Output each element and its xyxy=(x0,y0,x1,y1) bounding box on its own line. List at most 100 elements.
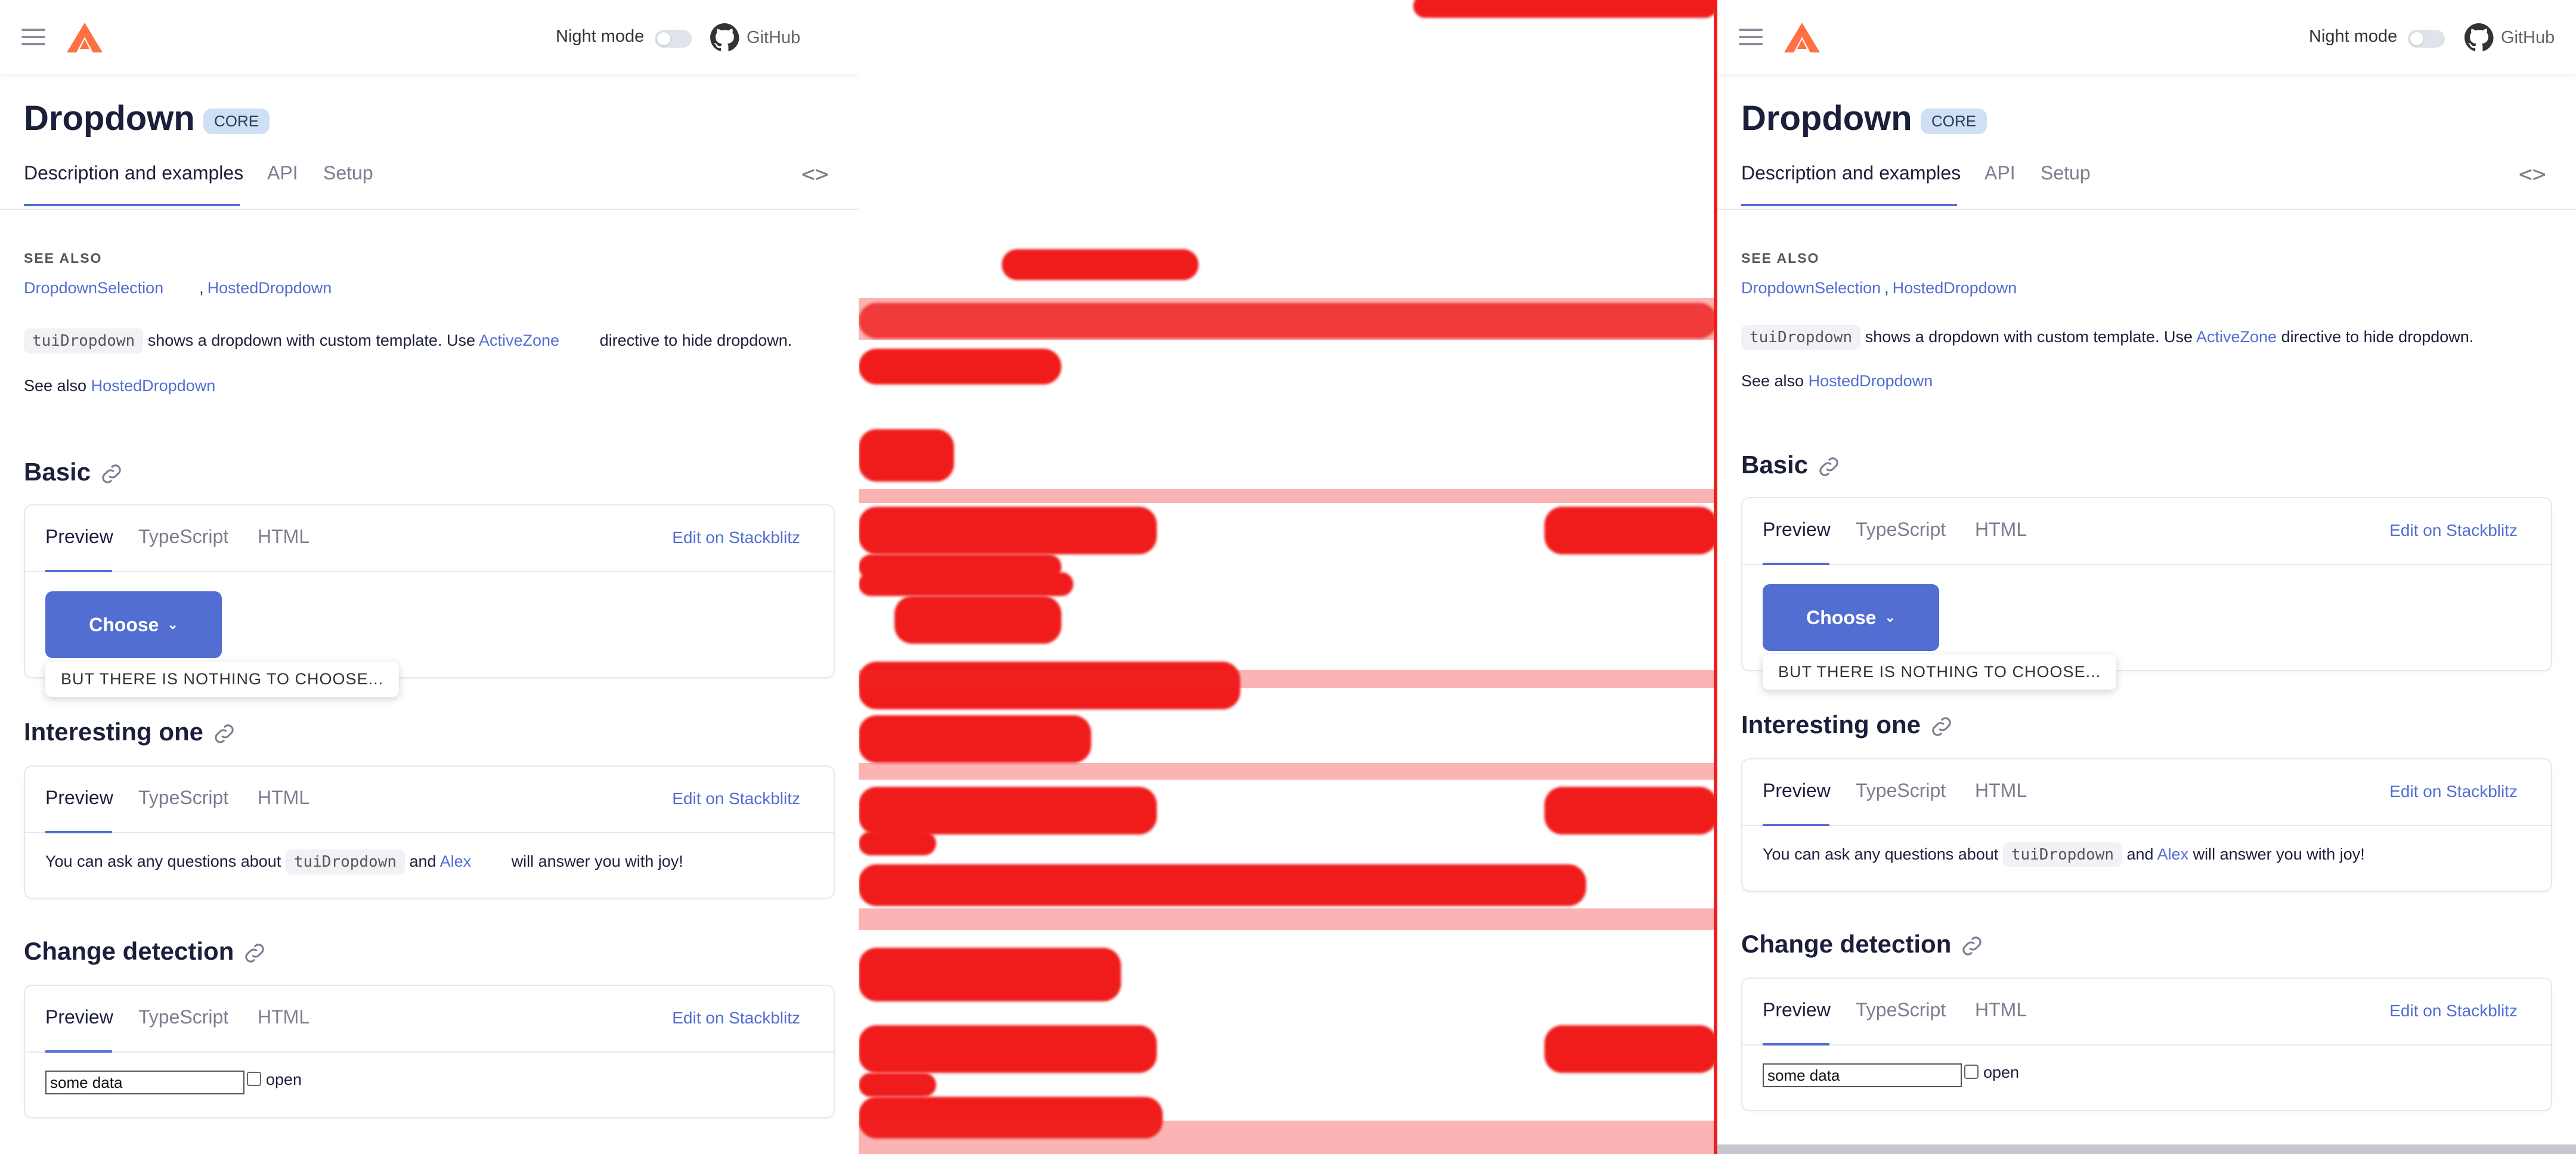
link-icon[interactable] xyxy=(210,720,238,747)
tab-api[interactable]: API xyxy=(267,162,298,184)
edit-on-stackblitz[interactable]: Edit on Stackblitz xyxy=(2389,782,2518,801)
edit-on-stackblitz[interactable]: Edit on Stackblitz xyxy=(2389,1001,2518,1020)
night-mode-label: Night mode xyxy=(2309,27,2398,46)
tab-preview[interactable]: Preview xyxy=(1763,519,1831,541)
tab-typescript[interactable]: TypeScript xyxy=(138,787,228,809)
night-mode-toggle[interactable] xyxy=(2408,30,2445,48)
diff-blob xyxy=(859,832,936,855)
tab-preview[interactable]: Preview xyxy=(45,526,113,548)
diff-blob xyxy=(1544,1025,1717,1073)
night-mode-toggle[interactable] xyxy=(655,30,692,48)
link-active-zone[interactable]: ActiveZone xyxy=(2196,328,2277,346)
edit-on-stackblitz[interactable]: Edit on Stackblitz xyxy=(672,528,800,547)
tab-html[interactable]: HTML xyxy=(1975,780,2027,802)
github-icon[interactable] xyxy=(710,23,739,52)
tab-api[interactable]: API xyxy=(1984,162,2015,184)
code-icon[interactable]: <> xyxy=(801,161,829,187)
diff-strip xyxy=(859,489,1717,503)
tab-typescript[interactable]: TypeScript xyxy=(1856,519,1946,541)
dropdown-tooltip: BUT THERE IS NOTHING TO CHOOSE... xyxy=(45,662,400,697)
tab-preview[interactable]: Preview xyxy=(45,787,113,809)
header: Night mode GitHub xyxy=(0,0,859,74)
see-also-links: DropdownSelection, HostedDropdown xyxy=(1741,279,2017,297)
menu-icon[interactable] xyxy=(21,29,45,45)
menu-icon[interactable] xyxy=(1739,29,1763,45)
logo-icon[interactable] xyxy=(1783,21,1821,54)
preview-underline xyxy=(45,831,112,833)
choose-label: Choose xyxy=(1806,606,1877,628)
choose-button[interactable]: Choose ⌄ xyxy=(1763,584,1939,651)
open-checkbox[interactable] xyxy=(247,1072,261,1086)
tab-preview[interactable]: Preview xyxy=(45,1006,113,1028)
diff-blob xyxy=(859,1025,1157,1073)
tab-typescript[interactable]: TypeScript xyxy=(138,526,228,548)
active-tab-underline xyxy=(1741,204,1957,206)
interesting-card-tabs: Preview TypeScript HTML Edit on Stackbli… xyxy=(1742,759,2551,826)
data-input[interactable]: some data xyxy=(45,1071,244,1094)
link-dropdown-selection[interactable]: DropdownSelection xyxy=(24,279,163,297)
tab-description[interactable]: Description and examples xyxy=(1741,162,1961,184)
choose-label: Choose xyxy=(89,613,159,635)
tab-preview[interactable]: Preview xyxy=(1763,780,1831,802)
right-pane: Night mode GitHub Dropdown CORE Descript… xyxy=(1717,0,2576,1154)
link-dropdown-selection[interactable]: DropdownSelection xyxy=(1741,279,1881,297)
link-separator: , xyxy=(1884,279,1889,297)
edit-on-stackblitz[interactable]: Edit on Stackblitz xyxy=(672,789,800,808)
tab-setup[interactable]: Setup xyxy=(323,162,373,184)
link-hosted-dropdown-2[interactable]: HostedDropdown xyxy=(91,377,216,395)
link-alex[interactable]: Alex xyxy=(440,852,472,870)
tab-typescript[interactable]: TypeScript xyxy=(1856,999,1946,1021)
tab-typescript[interactable]: TypeScript xyxy=(1856,780,1946,802)
link-icon[interactable] xyxy=(1815,453,1843,480)
tabs-divider xyxy=(1717,209,2576,210)
heading-basic: Basic xyxy=(1741,451,1843,480)
heading-interesting: Interesting one xyxy=(24,718,238,747)
page-title: Dropdown xyxy=(1741,99,1912,138)
code-tui-dropdown: tuiDropdown xyxy=(24,328,144,353)
edit-on-stackblitz[interactable]: Edit on Stackblitz xyxy=(2389,521,2518,540)
link-hosted-dropdown[interactable]: HostedDropdown xyxy=(208,279,332,297)
logo-icon[interactable] xyxy=(66,21,104,54)
desc-text-2: directive to hide dropdown. xyxy=(599,331,792,349)
text-2: and xyxy=(409,852,436,870)
diff-strip xyxy=(859,763,1717,780)
code-icon[interactable]: <> xyxy=(2519,161,2546,187)
link-alex[interactable]: Alex xyxy=(2157,845,2189,863)
tab-html[interactable]: HTML xyxy=(258,526,309,548)
github-icon[interactable] xyxy=(2464,23,2494,52)
preview-underline xyxy=(1763,1043,1829,1046)
diff-blob xyxy=(859,787,1157,835)
diff-blob xyxy=(1544,787,1717,835)
heading-basic: Basic xyxy=(24,458,125,488)
diff-strip xyxy=(859,670,1717,688)
change-card-tabs: Preview TypeScript HTML Edit on Stackbli… xyxy=(1742,979,2551,1046)
link-icon[interactable] xyxy=(1958,932,1986,960)
data-input[interactable]: some data xyxy=(1763,1063,1962,1087)
see-also-line: See also HostedDropdown xyxy=(24,377,215,395)
tab-setup[interactable]: Setup xyxy=(2041,162,2091,184)
link-hosted-dropdown-2[interactable]: HostedDropdown xyxy=(1809,372,1933,390)
github-link[interactable]: GitHub xyxy=(747,28,800,48)
open-checkbox[interactable] xyxy=(1964,1065,1979,1079)
link-icon[interactable] xyxy=(241,939,268,967)
diff-strip xyxy=(859,1121,1717,1154)
choose-button[interactable]: Choose ⌄ xyxy=(45,591,222,658)
tab-html[interactable]: HTML xyxy=(258,1006,309,1028)
see-also-prefix: See also xyxy=(1741,372,1804,390)
tab-html[interactable]: HTML xyxy=(1975,999,2027,1021)
tab-html[interactable]: HTML xyxy=(1975,519,2027,541)
diff-blob xyxy=(859,572,1073,596)
link-icon[interactable] xyxy=(1928,713,1955,740)
link-icon[interactable] xyxy=(98,460,125,488)
interesting-card-tabs: Preview TypeScript HTML Edit on Stackbli… xyxy=(25,767,834,833)
github-link[interactable]: GitHub xyxy=(2501,28,2555,48)
preview-underline xyxy=(45,570,112,572)
tab-preview[interactable]: Preview xyxy=(1763,999,1831,1021)
tab-html[interactable]: HTML xyxy=(258,787,309,809)
tab-typescript[interactable]: TypeScript xyxy=(138,1006,228,1028)
edit-on-stackblitz[interactable]: Edit on Stackblitz xyxy=(672,1009,800,1028)
link-active-zone[interactable]: ActiveZone xyxy=(479,331,559,349)
tab-description[interactable]: Description and examples xyxy=(24,162,243,184)
horizontal-scrollbar[interactable] xyxy=(1717,1144,2576,1154)
link-hosted-dropdown[interactable]: HostedDropdown xyxy=(1893,279,2017,297)
